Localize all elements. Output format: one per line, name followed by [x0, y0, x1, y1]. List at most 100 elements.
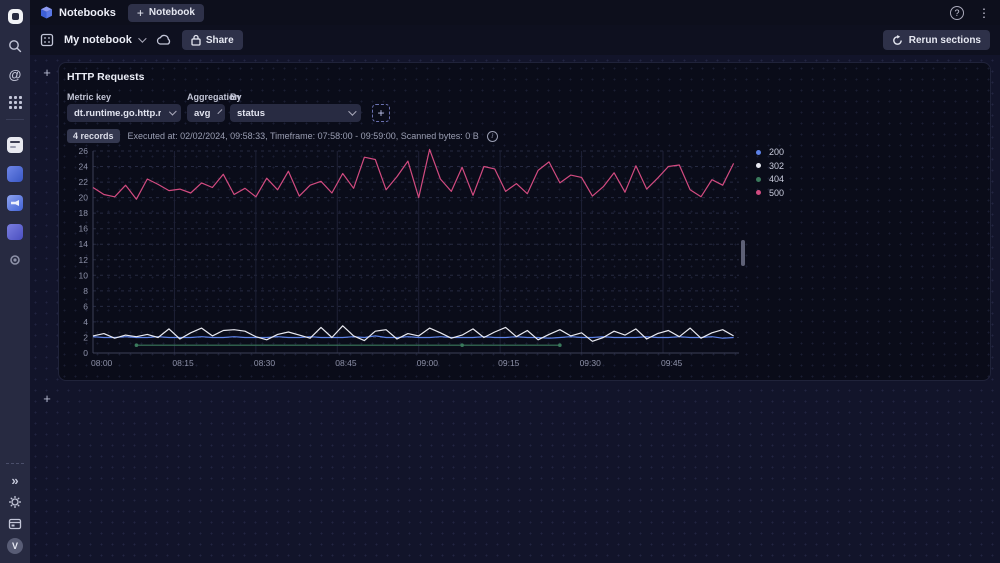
cloud-sync-icon [156, 34, 172, 46]
dynatrace-logo [8, 9, 23, 24]
app-icon-active[interactable] [4, 221, 26, 243]
user-avatar[interactable]: V [4, 535, 26, 557]
metric-key-label: Metric key [67, 92, 111, 102]
notebook-canvas: + HTTP Requests Metric key Aggregation B… [30, 55, 1000, 563]
chart-legend: 200 302 404 500 [756, 147, 784, 198]
legend-item-500[interactable]: 500 [756, 188, 784, 198]
series-line-500 [93, 149, 734, 199]
x-tick-label: 08:45 [335, 358, 357, 368]
series-marker-404 [460, 343, 464, 347]
purple-app-glyph [7, 224, 23, 240]
records-badge[interactable]: 4 records [67, 129, 120, 143]
info-icon[interactable]: i [487, 131, 498, 142]
legend-item-302[interactable]: 302 [756, 161, 784, 171]
legend-dot [756, 150, 761, 155]
release-notes-icon[interactable] [4, 513, 26, 535]
series-line-200 [93, 336, 734, 338]
series-marker-404 [135, 343, 139, 347]
legend-label: 404 [769, 174, 784, 184]
search-icon[interactable] [4, 35, 26, 57]
y-tick-label: 16 [79, 224, 89, 234]
expand-rail-icon[interactable]: » [4, 469, 26, 491]
legend-label: 200 [769, 147, 784, 157]
grid-dots [9, 96, 22, 109]
legend-label: 302 [769, 161, 784, 171]
notebook-tab[interactable]: + Notebook [128, 4, 204, 22]
add-section-button-top[interactable]: + [40, 65, 54, 79]
legend-dot [756, 177, 761, 182]
metric-key-select[interactable]: dt.runtime.go.http.requests [67, 104, 181, 122]
aggregation-select[interactable]: avg [187, 104, 225, 122]
line-chart[interactable]: 0246810121416182022242608:0008:1508:3008… [65, 145, 745, 373]
rerun-sections-button[interactable]: Rerun sections [883, 30, 990, 50]
aggregation-value: avg [194, 108, 210, 119]
metric-key-value: dt.runtime.go.http.requests [74, 108, 161, 119]
x-tick-label: 08:00 [91, 358, 113, 368]
chevron-down-icon [218, 109, 223, 114]
avatar-initial: V [7, 538, 23, 554]
legend-dot [756, 163, 761, 168]
help-icon[interactable]: ? [950, 6, 964, 20]
notebooks-cube-icon [40, 6, 53, 19]
app-icon-announcements[interactable] [4, 192, 26, 214]
notebooks-app: @ » V Notebooks + Note [0, 0, 1000, 563]
app-icon-services[interactable] [4, 163, 26, 185]
x-tick-label: 08:30 [254, 358, 276, 368]
y-tick-label: 24 [79, 162, 89, 172]
x-tick-label: 09:15 [498, 358, 520, 368]
legend-item-200[interactable]: 200 [756, 147, 784, 157]
notebooks-app-icon[interactable] [4, 134, 26, 156]
add-section-button-bottom[interactable]: + [40, 391, 54, 405]
y-tick-label: 10 [79, 270, 89, 280]
chart-svg: 0246810121416182022242608:0008:1508:3008… [65, 145, 745, 373]
y-tick-label: 26 [79, 146, 89, 156]
notebook-name[interactable]: My notebook [64, 34, 132, 46]
execution-info: Executed at: 02/02/2024, 09:58:33, Timef… [128, 131, 479, 141]
y-tick-label: 0 [83, 348, 88, 358]
notebook-tab-label: Notebook [149, 7, 195, 18]
rail-divider-dashed [6, 463, 24, 464]
rerun-label: Rerun sections [909, 35, 981, 46]
http-requests-section-card: HTTP Requests Metric key Aggregation By … [58, 62, 991, 381]
x-tick-label: 08:15 [172, 358, 194, 368]
chevron-down-icon[interactable] [138, 34, 146, 42]
legend-dot [756, 190, 761, 195]
legend-item-404[interactable]: 404 [756, 174, 784, 184]
settings-gear-icon[interactable] [4, 491, 26, 513]
extensions-icon[interactable] [4, 249, 26, 271]
sections-panel-icon[interactable] [40, 33, 54, 47]
double-chevron-glyph: » [11, 473, 18, 488]
legend-label: 500 [769, 188, 784, 198]
top-bar: Notebooks + Notebook ? ⋮ [30, 0, 1000, 25]
copilot-icon[interactable]: @ [4, 63, 26, 85]
series-marker-404 [558, 343, 562, 347]
lock-icon [191, 34, 201, 46]
app-launcher-icon[interactable] [4, 91, 26, 113]
at-glyph: @ [9, 67, 22, 82]
section-title: HTTP Requests [67, 71, 144, 83]
y-tick-label: 4 [83, 317, 88, 327]
y-tick-label: 2 [83, 332, 88, 342]
rerun-icon [892, 35, 903, 46]
dynatrace-logo-icon[interactable] [4, 5, 26, 27]
chevron-down-icon [348, 107, 356, 115]
chart-scrollbar-thumb[interactable] [741, 240, 745, 266]
y-tick-label: 18 [79, 208, 89, 218]
y-tick-label: 8 [83, 286, 88, 296]
y-tick-label: 22 [79, 177, 89, 187]
megaphone-app-glyph [7, 195, 23, 211]
x-tick-label: 09:00 [417, 358, 439, 368]
app-rail: @ » V [0, 0, 30, 563]
blue-app-glyph [7, 166, 23, 182]
kebab-menu-icon[interactable]: ⋮ [978, 6, 990, 20]
y-tick-label: 14 [79, 239, 89, 249]
rail-divider [6, 119, 24, 120]
notebook-card-glyph [7, 137, 23, 153]
x-tick-label: 09:45 [661, 358, 683, 368]
share-button[interactable]: Share [182, 30, 243, 50]
notebook-toolbar: My notebook Share Rerun sections [30, 25, 1000, 55]
share-label: Share [206, 35, 234, 46]
product-title: Notebooks [59, 7, 116, 19]
by-select[interactable]: status [230, 104, 361, 122]
add-dimension-button[interactable]: + [372, 104, 390, 122]
